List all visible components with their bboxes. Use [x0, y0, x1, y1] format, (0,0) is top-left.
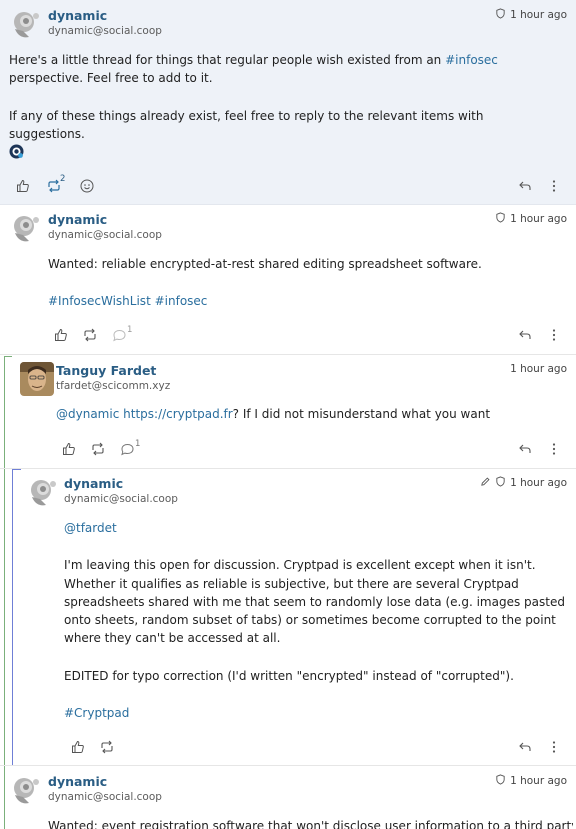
- visibility-shield-icon: [495, 8, 506, 22]
- hashtag-link[interactable]: #infosec: [155, 294, 208, 308]
- post-paragraph: Wanted: event registration software that…: [48, 819, 573, 829]
- favourite-thumb-icon[interactable]: [61, 441, 77, 457]
- post-paragraph: If any of these things already exist, fe…: [9, 108, 484, 141]
- post-mention: @tfardet: [64, 519, 569, 537]
- author-handle[interactable]: tfardet@scicomm.xyz: [56, 380, 170, 392]
- timestamp[interactable]: 1 hour ago: [510, 363, 567, 375]
- author-handle[interactable]: dynamic@social.coop: [48, 791, 162, 803]
- hashtag-link[interactable]: #InfosecWishList: [48, 294, 151, 308]
- reply-icon[interactable]: [517, 441, 533, 457]
- post-hashtags: #Cryptpad: [64, 704, 569, 722]
- emoji-reaction-icon[interactable]: [79, 178, 95, 194]
- edited-pencil-icon: [480, 476, 491, 490]
- author-handle[interactable]: dynamic@social.coop: [48, 25, 162, 37]
- favourite-thumb-icon[interactable]: [70, 739, 86, 755]
- comment-icon[interactable]: [111, 327, 127, 343]
- visibility-shield-icon: [495, 212, 506, 226]
- post-reply-1: dynamic dynamic@social.coop 1 hour ago W…: [0, 206, 576, 355]
- reply-icon[interactable]: [517, 178, 533, 194]
- post-reply-4: dynamic dynamic@social.coop 1 hour ago W…: [0, 767, 576, 829]
- post-content: @tfardet I'm leaving this open for discu…: [64, 519, 569, 722]
- boost-icon[interactable]: [82, 327, 98, 343]
- reply-count: 1: [135, 439, 141, 449]
- avatar[interactable]: [9, 773, 43, 807]
- url-link[interactable]: https://cryptpad.fr: [123, 407, 233, 421]
- reply-icon[interactable]: [517, 327, 533, 343]
- more-options-icon[interactable]: [546, 178, 562, 194]
- avatar[interactable]: [20, 362, 54, 396]
- post-content: @dynamic https://cryptpad.fr? If I did n…: [56, 405, 563, 423]
- boost-count: 2: [60, 174, 66, 184]
- author-name[interactable]: dynamic: [48, 774, 107, 789]
- hashtag-link[interactable]: #Cryptpad: [64, 706, 129, 720]
- timestamp[interactable]: 1 hour ago: [480, 476, 567, 490]
- boost-icon[interactable]: [99, 739, 115, 755]
- post-reply-3: dynamic dynamic@social.coop 1 hour ago @…: [0, 469, 576, 766]
- comment-icon[interactable]: [119, 441, 135, 457]
- post-hashtags: #InfosecWishList #infosec: [48, 292, 563, 310]
- post-paragraph: @dynamic https://cryptpad.fr? If I did n…: [56, 407, 491, 421]
- author-name[interactable]: dynamic: [48, 8, 107, 23]
- avatar[interactable]: [9, 7, 43, 41]
- timestamp[interactable]: 1 hour ago: [495, 8, 567, 22]
- more-options-icon[interactable]: [546, 441, 562, 457]
- author-name[interactable]: dynamic: [48, 212, 107, 227]
- author-name[interactable]: dynamic: [64, 476, 123, 491]
- custom-emoji-icon[interactable]: [9, 144, 24, 159]
- mention-link[interactable]: @dynamic: [56, 407, 119, 421]
- hashtag-link[interactable]: #infosec: [445, 53, 498, 67]
- favourite-thumb-icon[interactable]: [53, 327, 69, 343]
- post-reply-2: Tanguy Fardet tfardet@scicomm.xyz 1 hour…: [0, 356, 576, 469]
- boost-icon[interactable]: [90, 441, 106, 457]
- post-content: Here's a little thread for things that r…: [9, 51, 559, 143]
- visibility-shield-icon: [495, 476, 506, 490]
- favourite-thumb-icon[interactable]: [15, 178, 31, 194]
- post-root: dynamic dynamic@social.coop 1 hour ago H…: [0, 0, 576, 205]
- post-paragraph: Here's a little thread for things that r…: [9, 53, 498, 86]
- author-handle[interactable]: dynamic@social.coop: [64, 493, 178, 505]
- post-paragraph: Wanted: reliable encrypted-at-rest share…: [48, 257, 482, 271]
- timestamp[interactable]: 1 hour ago: [495, 212, 567, 226]
- avatar[interactable]: [26, 475, 60, 509]
- mention-link[interactable]: @tfardet: [64, 521, 117, 535]
- post-paragraph: I'm leaving this open for discussion. Cr…: [64, 558, 565, 646]
- post-paragraph: EDITED for typo correction (I'd written …: [64, 668, 514, 683]
- reply-icon[interactable]: [517, 739, 533, 755]
- post-content: Wanted: event registration software that…: [48, 817, 573, 829]
- more-options-icon[interactable]: [546, 739, 562, 755]
- avatar[interactable]: [9, 211, 43, 245]
- author-name[interactable]: Tanguy Fardet: [56, 363, 156, 378]
- more-options-icon[interactable]: [546, 327, 562, 343]
- author-handle[interactable]: dynamic@social.coop: [48, 229, 162, 241]
- reply-count: 1: [127, 325, 133, 335]
- visibility-shield-icon: [495, 774, 506, 788]
- timestamp[interactable]: 1 hour ago: [495, 774, 567, 788]
- post-content: Wanted: reliable encrypted-at-rest share…: [48, 255, 563, 311]
